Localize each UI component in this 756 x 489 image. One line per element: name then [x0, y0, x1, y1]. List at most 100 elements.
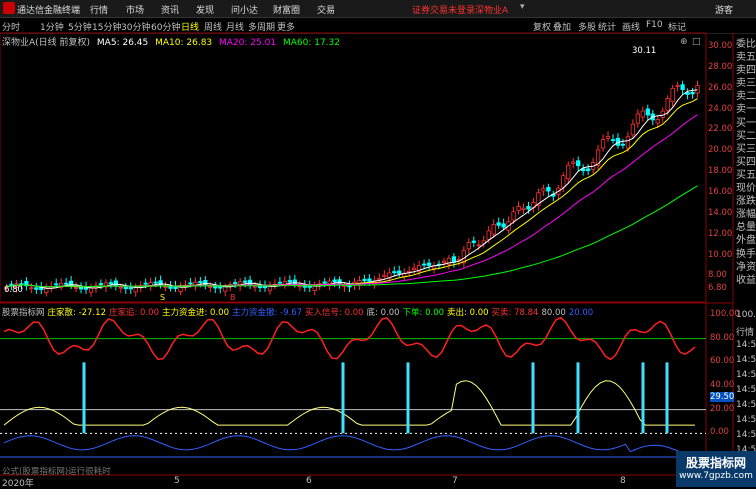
- candle-body: [566, 164, 571, 180]
- side-item[interactable]: 收益: [736, 274, 756, 287]
- candle-body: [198, 281, 203, 284]
- side-item[interactable]: 现价: [736, 182, 756, 195]
- indicator-legend-item: 买卖: 78.84: [491, 308, 539, 318]
- candle-body: [426, 262, 432, 266]
- side-item[interactable]: 买一: [736, 117, 756, 130]
- candle-body: [277, 281, 283, 284]
- candle-body: [665, 98, 670, 111]
- time-tick: 8: [620, 476, 626, 486]
- price-tick: 26.00: [708, 82, 733, 93]
- candle-body: [208, 286, 213, 288]
- ma20-line: [6, 114, 698, 288]
- quote-side-panel: 委比 卖五 卖四 卖三 卖二 卖一 买一 买二 买三 买四 买五 现价 涨跌 涨幅 总量 外盘 换手 净资 收益: [736, 38, 756, 287]
- side-item[interactable]: 卖二: [736, 90, 756, 103]
- candle-body: [267, 286, 273, 292]
- price-tick: 28.00: [708, 61, 733, 72]
- candle-body: [377, 277, 382, 280]
- candle-body: [640, 110, 645, 118]
- price-tick: 22.00: [708, 124, 733, 135]
- kline-chart[interactable]: [0, 0, 756, 487]
- side-item[interactable]: 买二: [736, 130, 756, 143]
- side-item[interactable]: 买四: [736, 156, 756, 169]
- watermark-url: www.7gpzb.com: [679, 471, 753, 481]
- time-tick: 2020年: [2, 479, 34, 489]
- indicator-tick: 40.00: [710, 380, 735, 390]
- price-tick: 6.80: [708, 283, 727, 293]
- indicator-legend-item: 卖出: 0.00: [447, 308, 489, 318]
- candle-body: [242, 280, 248, 283]
- candle-body: [605, 136, 611, 139]
- candle-body: [163, 286, 168, 289]
- candle-body: [54, 283, 59, 286]
- candle-body: [571, 161, 576, 164]
- side-item[interactable]: 卖四: [736, 64, 756, 77]
- indicator-legend-item: 主力资金撤: -9.67: [231, 308, 303, 318]
- price-tick: 24.00: [708, 103, 733, 114]
- indicator-tick: 0.00: [710, 427, 729, 438]
- side-item[interactable]: 卖五: [736, 51, 756, 64]
- watermark-title: 股票指标网: [685, 456, 746, 470]
- side-item[interactable]: 换手: [736, 248, 756, 261]
- candle-body: [118, 286, 123, 289]
- signal-mark-b: B: [230, 293, 236, 302]
- indicator-legend-item: 庄家追: 0.00: [108, 308, 159, 318]
- candle-body: [287, 280, 292, 283]
- candle-body: [695, 85, 700, 94]
- price-tick: 10.00: [708, 249, 733, 260]
- candle-body: [29, 287, 34, 290]
- side-item[interactable]: 委比: [736, 38, 756, 51]
- candle-body: [312, 285, 317, 291]
- candle-body: [526, 206, 531, 210]
- side-item[interactable]: 买三: [736, 143, 756, 156]
- side-item[interactable]: 涨跌: [736, 195, 756, 208]
- candle-body: [546, 187, 551, 192]
- candle-body: [73, 287, 79, 289]
- indicator-tick: 29.50: [710, 392, 735, 403]
- candle-body: [252, 285, 258, 288]
- signal-mark-s: S: [160, 293, 166, 302]
- right-lower-item: 14:50: [736, 415, 756, 425]
- candle-body: [645, 108, 650, 116]
- candle-body: [34, 287, 39, 290]
- right-lower-item: 14:50: [736, 340, 756, 350]
- price-tick: 18.00: [708, 166, 733, 177]
- indicator-legend-item: 股票指标网: [2, 308, 45, 318]
- candle-body: [178, 286, 183, 292]
- candle-body: [133, 287, 138, 293]
- candle-body: [630, 123, 636, 136]
- price-tick: 8.00: [708, 270, 727, 281]
- candle-body: [367, 278, 372, 282]
- candle-body: [586, 168, 591, 171]
- indicator-tick: 60.00: [710, 356, 735, 367]
- side-item[interactable]: 买五: [736, 169, 756, 182]
- right-lower-item: 14:50: [736, 430, 756, 440]
- candle-body: [233, 282, 238, 284]
- side-item[interactable]: 外盘: [736, 234, 756, 247]
- indicator-legend-item: 底: 0.00: [366, 308, 400, 318]
- side-item[interactable]: 净资: [736, 261, 756, 274]
- candle-body: [600, 139, 606, 149]
- candle-body: [561, 175, 566, 188]
- candle-body: [680, 84, 685, 90]
- price-tick: 12.00: [708, 228, 733, 239]
- indicator-tick: 80.00: [710, 332, 735, 343]
- right-lower-item: 100.0: [736, 310, 756, 320]
- ma60-line: [6, 185, 698, 288]
- high-annotation: 30.11: [632, 46, 657, 56]
- candle-body: [382, 274, 387, 277]
- right-lower-item: 行情: [736, 328, 755, 338]
- side-item[interactable]: 卖一: [736, 103, 756, 116]
- price-tick: 30.00: [708, 41, 733, 51]
- candle-body: [625, 136, 631, 149]
- candle-body: [670, 87, 675, 102]
- right-lower-item: 14:50: [736, 370, 756, 380]
- candle-body: [362, 278, 367, 282]
- candle-body: [412, 267, 417, 270]
- side-item[interactable]: 总量: [736, 221, 756, 234]
- side-item[interactable]: 涨幅: [736, 208, 756, 221]
- capital-out-line: [3, 435, 696, 459]
- candle-body: [397, 270, 402, 274]
- side-item[interactable]: 卖三: [736, 77, 756, 90]
- candle-body: [501, 223, 506, 228]
- indicator-legend-item: 20.00: [568, 308, 594, 318]
